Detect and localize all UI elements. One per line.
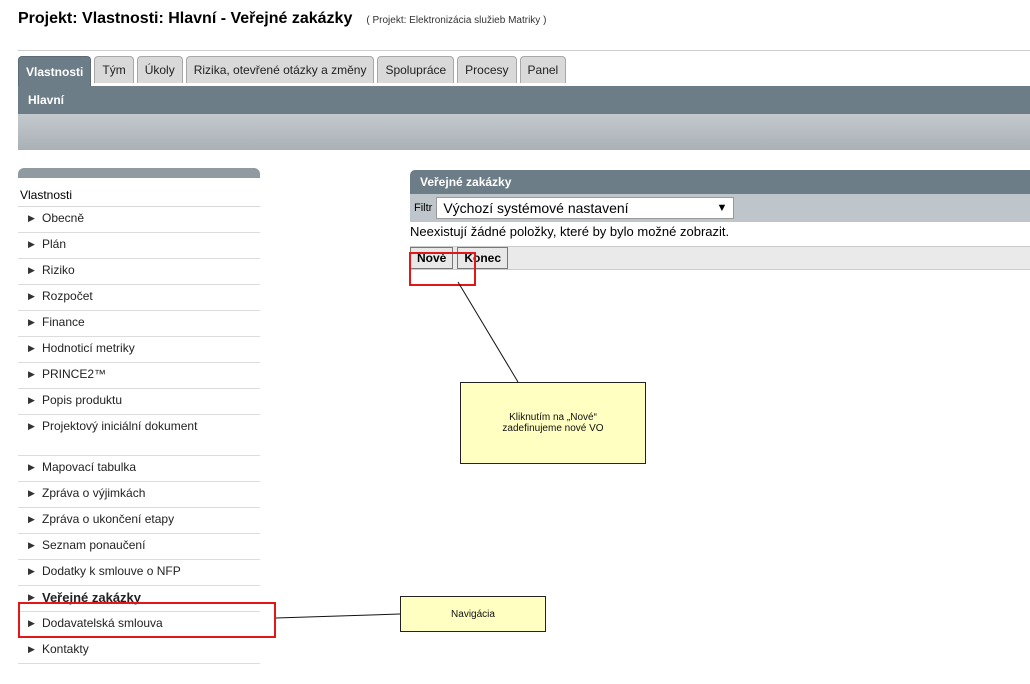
sidebar-item-label: Plán: [42, 237, 67, 251]
tab-vlastnosti[interactable]: Vlastnosti: [18, 56, 92, 87]
filter-row: Filtr Výchozí systémové nastavení ▼: [410, 194, 1030, 222]
sidebar-item-riziko[interactable]: ▶ Riziko: [18, 259, 260, 285]
sidebar-item-label: Zpráva o výjimkách: [42, 486, 146, 500]
sidebar-item-dodatky-k-smlouve[interactable]: ▶ Dodatky k smlouve o NFP: [18, 560, 260, 586]
callout-nav: Navigácia: [400, 596, 546, 632]
sidebar-item-projektovy-inicialni-dokument[interactable]: ▶ Projektový iniciální dokument: [18, 415, 260, 456]
subnav-item-hlavni[interactable]: Hlavní: [18, 93, 64, 107]
sidebar-item-prince2[interactable]: ▶ PRINCE2™: [18, 363, 260, 389]
triangle-right-icon: ▶: [28, 369, 35, 379]
tab-spoluprace[interactable]: Spolupráce: [377, 56, 455, 83]
filter-select[interactable]: Výchozí systémové nastavení ▼: [436, 197, 735, 219]
sidebar-item-hodnotici-metriky[interactable]: ▶ Hodnoticí metriky: [18, 337, 260, 363]
triangle-right-icon: ▶: [28, 239, 35, 249]
sidebar-item-label: PRINCE2™: [42, 367, 107, 381]
sidebar-item-label: Obecně: [42, 211, 85, 225]
triangle-right-icon: ▶: [28, 488, 35, 498]
sidebar-item-plan[interactable]: ▶ Plán: [18, 233, 260, 259]
sidebar: Vlastnosti ▶ Obecně ▶ Plán ▶ Riziko ▶ Rozpoč…: [18, 168, 260, 664]
tab-ukoly[interactable]: Úkoly: [136, 56, 183, 83]
page-subtitle: ( Projekt: Elektronizácia služieb Matrik…: [366, 15, 547, 26]
sidebar-item-seznam-ponauceni[interactable]: ▶ Seznam ponaučení: [18, 534, 260, 560]
triangle-right-icon: ▶: [28, 343, 35, 353]
sidebar-item-popis-produktu[interactable]: ▶ Popis produktu: [18, 389, 260, 415]
subnav-bar: Hlavní: [18, 86, 1030, 114]
sidebar-cap: [18, 168, 260, 178]
sidebar-item-mapovaci-tabulka[interactable]: ▶ Mapovací tabulka: [18, 456, 260, 482]
dropdown-arrow-icon: ▼: [716, 202, 728, 214]
tab-panel[interactable]: Panel: [519, 56, 567, 83]
sidebar-header: Vlastnosti: [18, 178, 260, 207]
sidebar-item-rozpocet[interactable]: ▶ Rozpočet: [18, 285, 260, 311]
sidebar-item-label: Seznam ponaučení: [42, 538, 146, 552]
triangle-right-icon: ▶: [28, 540, 35, 550]
sidebar-item-finance[interactable]: ▶ Finance: [18, 311, 260, 337]
triangle-right-icon: ▶: [28, 644, 35, 654]
sidebar-item-label: Riziko: [42, 263, 75, 277]
sidebar-item-kontakty[interactable]: ▶ Kontakty: [18, 638, 260, 664]
sidebar-item-label: Finance: [42, 315, 85, 329]
sidebar-item-label: Dodatky k smlouve o NFP: [42, 564, 181, 578]
filter-label: Filtr: [414, 202, 433, 214]
empty-message: Neexistují žádné položky, které by bylo …: [410, 224, 730, 239]
triangle-right-icon: ▶: [28, 421, 35, 431]
tabs: Vlastnosti Tým Úkoly Rizika, otevřené ot…: [18, 56, 567, 87]
sidebar-item-label: Rozpočet: [42, 289, 93, 303]
button-row: Nové Konec: [410, 246, 1030, 270]
sidebar-item-label: Zpráva o ukončení etapy: [42, 512, 175, 526]
toolbar-band: [18, 114, 1030, 150]
triangle-right-icon: ▶: [28, 395, 35, 405]
sidebar-item-label: Projektový iniciální dokument: [42, 419, 198, 433]
triangle-right-icon: ▶: [28, 317, 35, 327]
sidebar-item-label: Kontakty: [42, 642, 89, 656]
triangle-right-icon: ▶: [28, 566, 35, 576]
filter-select-value: Výchozí systémové nastavení: [443, 200, 629, 216]
tab-procesy[interactable]: Procesy: [457, 56, 517, 83]
triangle-right-icon: ▶: [28, 265, 35, 275]
triangle-right-icon: ▶: [28, 291, 35, 301]
callout-new: Kliknutím na „Nové“ zadefinujeme nové VO: [460, 382, 646, 464]
page-header: Projekt: Vlastnosti: Hlavní - Veřejné za…: [18, 10, 546, 34]
connector-line-nav: [275, 613, 401, 619]
triangle-right-icon: ▶: [28, 462, 35, 472]
sidebar-item-zprava-o-vyjimkach[interactable]: ▶ Zpráva o výjimkách: [18, 482, 260, 508]
sidebar-item-label: Popis produktu: [42, 393, 123, 407]
panel-title: Veřejné zakázky: [410, 170, 1030, 194]
tab-rizika[interactable]: Rizika, otevřené otázky a změny: [185, 56, 375, 83]
sidebar-item-label: Mapovací tabulka: [42, 460, 137, 474]
triangle-right-icon: ▶: [28, 514, 35, 524]
page-title: Projekt: Vlastnosti: Hlavní - Veřejné za…: [18, 10, 353, 27]
highlight-sidebar-selected: [18, 602, 276, 638]
sidebar-item-obecne[interactable]: ▶ Obecně: [18, 207, 260, 233]
highlight-new-button: [409, 252, 476, 286]
connector-line-new: [457, 281, 519, 383]
tab-bar: Vlastnosti Tým Úkoly Rizika, otevřené ot…: [18, 50, 1030, 87]
tab-tym[interactable]: Tým: [94, 56, 134, 83]
sidebar-item-label: Hodnoticí metriky: [42, 341, 135, 355]
triangle-right-icon: ▶: [28, 213, 35, 223]
sidebar-item-zprava-o-ukonceni-etapy[interactable]: ▶ Zpráva o ukončení etapy: [18, 508, 260, 534]
public-contracts-panel: Veřejné zakázky Filtr Výchozí systémové …: [410, 170, 1030, 270]
